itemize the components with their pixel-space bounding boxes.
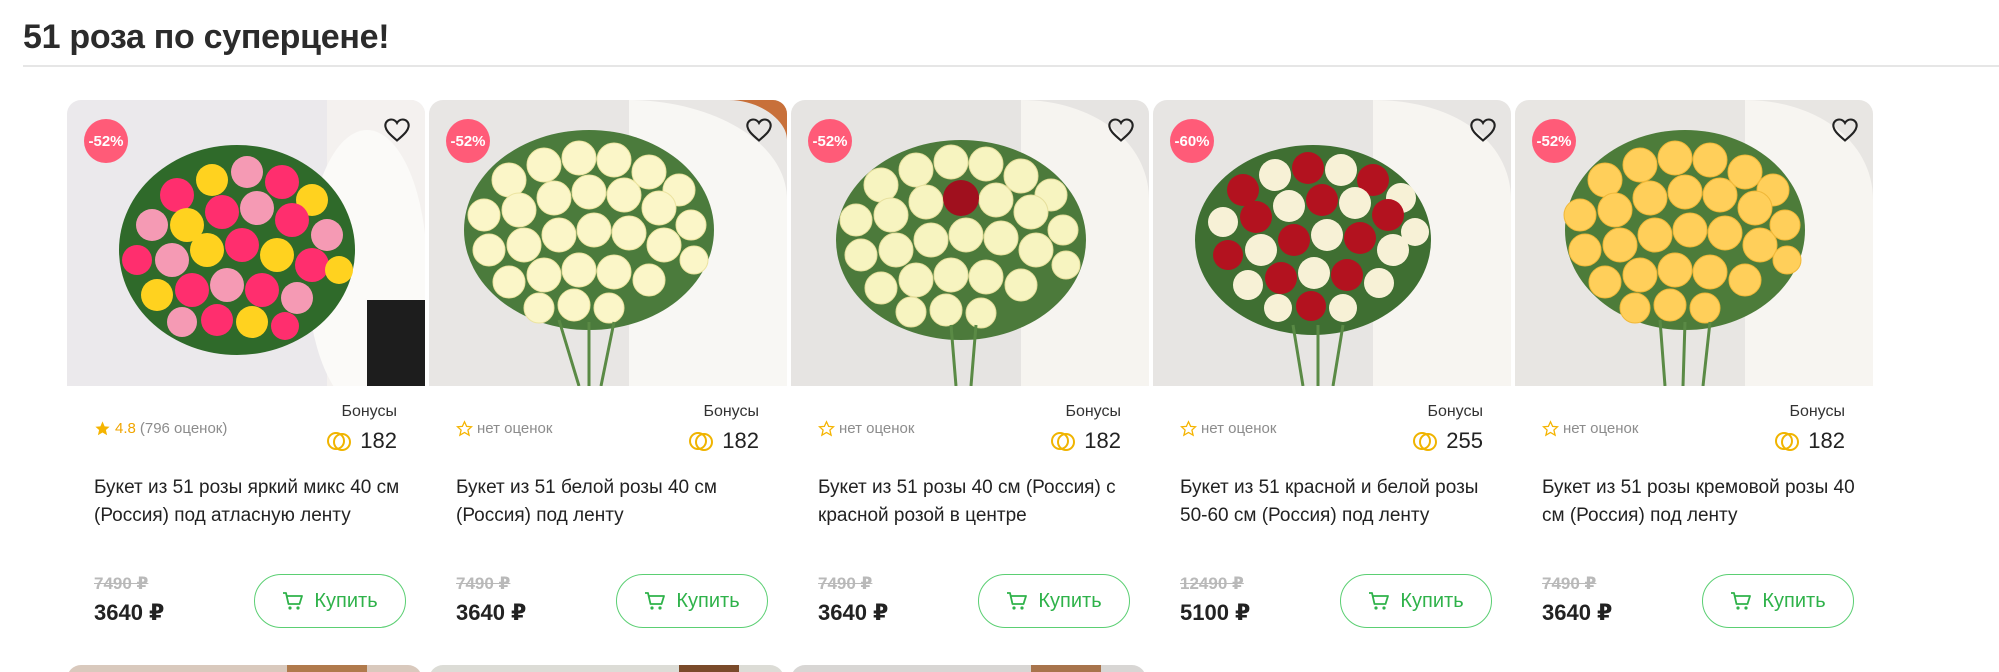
bonus-amount: 255 xyxy=(1412,428,1483,454)
old-price: 12490 ₽ xyxy=(1180,574,1244,593)
bonus-label: Бонусы xyxy=(703,403,759,420)
next-row-product-photo[interactable] xyxy=(791,665,1146,672)
bonus-value: 182 xyxy=(722,428,759,453)
bonus-amount: 182 xyxy=(1774,428,1845,454)
next-row-product-photo[interactable] xyxy=(67,665,422,672)
buy-button[interactable]: Купить xyxy=(254,574,406,628)
discount-badge: -60% xyxy=(1170,119,1214,163)
favorite-heart-icon[interactable] xyxy=(1469,116,1497,144)
bonus-coin-icon xyxy=(1775,432,1800,451)
star-outline-icon xyxy=(1542,420,1559,437)
bonus-value: 182 xyxy=(1084,428,1121,453)
star-filled-icon xyxy=(95,421,110,436)
product-name[interactable]: Букет из 51 розы кремовой розы 40 см (Ро… xyxy=(1542,474,1862,530)
product-name[interactable]: Букет из 51 розы яркий микс 40 см (Росси… xyxy=(94,474,414,530)
bonus-coin-icon xyxy=(1051,432,1076,451)
old-price: 7490 ₽ xyxy=(456,574,511,593)
rating-empty-text: нет оценок xyxy=(1563,420,1639,437)
price: 3640 ₽ xyxy=(456,600,527,625)
bonus-label: Бонусы xyxy=(1789,403,1845,420)
product-card[interactable]: -52% нет оценок Бонусы 182 Букет из 51 б… xyxy=(429,100,787,640)
cart-icon xyxy=(1007,592,1028,610)
buy-button-label: Купить xyxy=(1038,589,1102,612)
rating: нет оценок xyxy=(456,420,552,437)
rating-value: 4.8 xyxy=(115,420,136,437)
price: 3640 ₽ xyxy=(1542,600,1613,625)
next-row-product-photo[interactable] xyxy=(429,665,784,672)
section-title: 51 роза по суперцене! xyxy=(23,18,390,56)
buy-button-label: Купить xyxy=(314,589,378,612)
bonus-amount: 182 xyxy=(688,428,759,454)
product-photo[interactable]: -52% xyxy=(1515,100,1873,386)
bonus-coin-icon xyxy=(327,432,352,451)
product-photo[interactable]: -52% xyxy=(67,100,425,386)
product-card[interactable]: -52% нет оценок Бонусы 182 Букет из 51 р… xyxy=(1515,100,1873,640)
buy-button[interactable]: Купить xyxy=(1340,574,1492,628)
product-name[interactable]: Букет из 51 розы 40 см (Россия) с красно… xyxy=(818,474,1138,530)
star-outline-icon xyxy=(456,420,473,437)
old-price: 7490 ₽ xyxy=(94,574,149,593)
old-price: 7490 ₽ xyxy=(818,574,873,593)
bonus-label: Бонусы xyxy=(1427,403,1483,420)
bonus-value: 255 xyxy=(1446,428,1483,453)
buy-button[interactable]: Купить xyxy=(616,574,768,628)
product-name[interactable]: Букет из 51 красной и белой розы 50-60 с… xyxy=(1180,474,1500,530)
cart-icon xyxy=(1369,592,1390,610)
cart-icon xyxy=(645,592,666,610)
discount-badge: -52% xyxy=(808,119,852,163)
buy-button-label: Купить xyxy=(1400,589,1464,612)
favorite-heart-icon[interactable] xyxy=(383,116,411,144)
rating-empty-text: нет оценок xyxy=(477,420,553,437)
cart-icon xyxy=(283,592,304,610)
price: 3640 ₽ xyxy=(94,600,165,625)
product-card[interactable]: -52% 4.8 (796 оценок) Бонусы 182 Букет и… xyxy=(67,100,425,640)
product-grid: -52% 4.8 (796 оценок) Бонусы 182 Букет и… xyxy=(67,100,1877,640)
cart-icon xyxy=(1731,592,1752,610)
price: 3640 ₽ xyxy=(818,600,889,625)
rating-count: (796 оценок) xyxy=(139,420,228,437)
rating: 4.8 (796 оценок) xyxy=(94,420,227,437)
product-name[interactable]: Букет из 51 белой розы 40 см (Россия) по… xyxy=(456,474,776,530)
bonus-value: 182 xyxy=(1808,428,1845,453)
product-card[interactable]: -52% нет оценок Бонусы 182 Букет из 51 р… xyxy=(791,100,1149,640)
buy-button-label: Купить xyxy=(676,589,740,612)
product-card[interactable]: -60% нет оценок Бонусы 255 Букет из 51 к… xyxy=(1153,100,1511,640)
rating: нет оценок xyxy=(1180,420,1276,437)
bonus-label: Бонусы xyxy=(1065,403,1121,420)
product-photo[interactable]: -52% xyxy=(429,100,787,386)
discount-badge: -52% xyxy=(84,119,128,163)
buy-button-label: Купить xyxy=(1762,589,1826,612)
buy-button[interactable]: Купить xyxy=(978,574,1130,628)
bonus-coin-icon xyxy=(689,432,714,451)
bonus-amount: 182 xyxy=(1050,428,1121,454)
star-outline-icon xyxy=(1180,420,1197,437)
favorite-heart-icon[interactable] xyxy=(1831,116,1859,144)
discount-badge: -52% xyxy=(1532,119,1576,163)
bonus-label: Бонусы xyxy=(341,403,397,420)
rating-empty-text: нет оценок xyxy=(839,420,915,437)
bonus-value: 182 xyxy=(360,428,397,453)
bonus-amount: 182 xyxy=(326,428,397,454)
title-divider xyxy=(23,65,1999,67)
favorite-heart-icon[interactable] xyxy=(1107,116,1135,144)
product-photo[interactable]: -60% xyxy=(1153,100,1511,386)
rating-empty-text: нет оценок xyxy=(1201,420,1277,437)
rating: нет оценок xyxy=(1542,420,1638,437)
star-outline-icon xyxy=(818,420,835,437)
buy-button[interactable]: Купить xyxy=(1702,574,1854,628)
favorite-heart-icon[interactable] xyxy=(745,116,773,144)
old-price: 7490 ₽ xyxy=(1542,574,1597,593)
rating: нет оценок xyxy=(818,420,914,437)
price: 5100 ₽ xyxy=(1180,600,1251,625)
discount-badge: -52% xyxy=(446,119,490,163)
product-photo[interactable]: -52% xyxy=(791,100,1149,386)
bonus-coin-icon xyxy=(1413,432,1438,451)
